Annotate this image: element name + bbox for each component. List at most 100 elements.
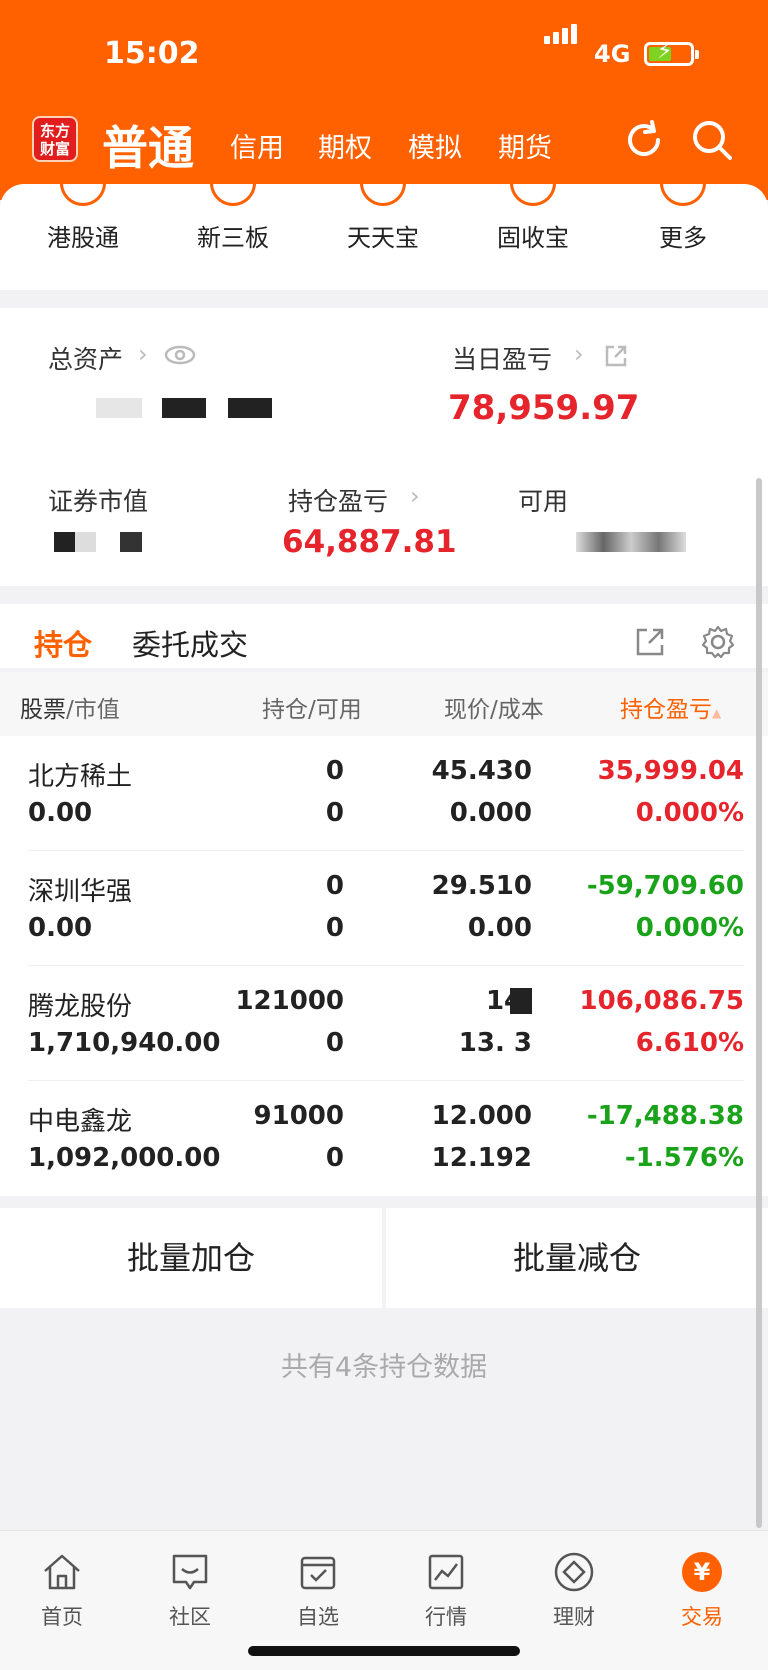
shortcut-neeq[interactable]: 新三板 xyxy=(183,218,283,253)
position-pnl: 35,999.04 xyxy=(597,756,744,786)
hold-qty: 0 xyxy=(325,756,344,786)
stock-name: 中电鑫龙 xyxy=(28,1107,133,1137)
available-label: 可用 xyxy=(518,487,569,516)
usable-qty: 0 xyxy=(325,913,344,943)
hold-qty: 121000 xyxy=(235,986,344,1016)
market-value: 1,710,940.00 xyxy=(28,1028,221,1058)
hold-qty: 0 xyxy=(325,871,344,901)
eye-icon[interactable] xyxy=(164,344,196,366)
shortcut-gushoubao[interactable]: 固收宝 xyxy=(483,218,583,253)
position-pnl-label[interactable]: 持仓盈亏 xyxy=(288,482,388,518)
col-pnl[interactable]: 持仓盈亏▲ xyxy=(620,690,721,724)
stock-name: 腾龙股份 xyxy=(28,992,133,1022)
chevron-right-icon: › xyxy=(138,340,148,368)
current-price: 12.000 xyxy=(431,1101,532,1131)
scrollbar[interactable] xyxy=(756,478,762,1528)
app-header: 15:02 4G ⚡ 东方 财富 普通 信用 期权 模拟 期货 xyxy=(0,0,768,200)
position-pnl: 106,086.75 xyxy=(579,986,744,1016)
usable-qty: 0 xyxy=(325,1028,344,1058)
home-indicator xyxy=(248,1646,520,1656)
shortcut-more[interactable]: 更多 xyxy=(633,218,733,253)
total-assets-label[interactable]: 总资产 xyxy=(48,340,123,376)
tab-simulation[interactable]: 模拟 xyxy=(408,126,462,165)
cost-price: 0.00 xyxy=(467,913,532,943)
masked-value xyxy=(162,398,206,418)
nav-trade[interactable]: ¥ 交易 xyxy=(652,1549,752,1631)
masked-value xyxy=(96,398,142,418)
tab-credit[interactable]: 信用 xyxy=(230,126,284,165)
chevron-right-icon: › xyxy=(410,482,420,510)
cost-price: 13. 3 xyxy=(458,1028,532,1058)
nav-label: 社区 xyxy=(169,1605,211,1629)
nav-community[interactable]: 社区 xyxy=(140,1549,240,1631)
hold-qty: 91000 xyxy=(253,1101,344,1131)
masked-value xyxy=(576,532,686,552)
table-row[interactable]: 深圳华强 0.00 0 0 29.510 0.00 -59,709.60 0.0… xyxy=(0,851,768,966)
market-value: 0.00 xyxy=(28,913,93,943)
masked-value xyxy=(120,532,142,552)
settings-icon[interactable] xyxy=(700,624,736,660)
wealth-icon xyxy=(554,1552,594,1592)
masked-value xyxy=(54,532,96,552)
batch-add-button[interactable]: 批量加仓 xyxy=(0,1208,382,1308)
status-time: 15:02 xyxy=(104,36,200,71)
nav-wealth[interactable]: 理财 xyxy=(524,1549,624,1631)
tab-options[interactable]: 期权 xyxy=(318,126,372,165)
position-pnl-pct: 6.610% xyxy=(635,1028,744,1058)
current-price: 45.430 xyxy=(431,756,532,786)
app-logo: 东方 财富 xyxy=(32,116,78,162)
battery-icon: ⚡ xyxy=(644,39,699,66)
daily-pnl-label[interactable]: 当日盈亏 xyxy=(452,340,552,376)
position-pnl-pct: 0.000% xyxy=(635,798,744,828)
usable-qty: 0 xyxy=(325,1143,344,1173)
svg-text:¥: ¥ xyxy=(694,1558,711,1586)
market-chart-icon xyxy=(428,1554,464,1590)
masked-value xyxy=(510,988,532,1014)
cost-price: 0.000 xyxy=(449,798,532,828)
position-pnl: -17,488.38 xyxy=(586,1101,744,1131)
search-icon[interactable] xyxy=(690,118,734,162)
market-value: 0.00 xyxy=(28,798,93,828)
table-row[interactable]: 腾龙股份 1,710,940.00 121000 0 14. 13. 3 106… xyxy=(0,966,768,1081)
position-pnl-pct: 0.000% xyxy=(635,913,744,943)
share-icon[interactable] xyxy=(604,344,628,368)
nav-label: 交易 xyxy=(681,1605,723,1629)
watchlist-icon xyxy=(300,1556,336,1590)
shortcut-tiantianbao[interactable]: 天天宝 xyxy=(333,218,433,253)
tab-holdings[interactable]: 持仓 xyxy=(34,622,92,664)
market-value-label: 证券市值 xyxy=(48,487,149,516)
position-pnl-value: 64,887.81 xyxy=(282,524,457,560)
tab-normal[interactable]: 普通 xyxy=(102,112,194,178)
refresh-icon[interactable] xyxy=(622,118,666,162)
chevron-right-icon: › xyxy=(574,340,584,368)
col-stock[interactable]: 股票/市值 xyxy=(20,690,120,724)
cost-price: 12.192 xyxy=(431,1143,532,1173)
tab-futures[interactable]: 期货 xyxy=(498,126,552,165)
nav-home[interactable]: 首页 xyxy=(12,1549,112,1631)
export-icon[interactable] xyxy=(634,626,666,658)
nav-label: 理财 xyxy=(553,1605,595,1629)
position-pnl: -59,709.60 xyxy=(586,871,744,901)
tab-orders[interactable]: 委托成交 xyxy=(132,622,248,664)
stock-name: 北方稀土 xyxy=(28,762,133,792)
nav-label: 首页 xyxy=(41,1605,83,1629)
holdings-count: 共有4条持仓数据 xyxy=(280,1352,488,1383)
table-row[interactable]: 北方稀土 0.00 0 0 45.430 0.000 35,999.04 0.0… xyxy=(0,736,768,851)
usable-qty: 0 xyxy=(325,798,344,828)
logo-text: 东方 财富 xyxy=(39,122,70,158)
home-icon xyxy=(44,1554,80,1590)
current-price: 29.510 xyxy=(431,871,532,901)
batch-reduce-button[interactable]: 批量减仓 xyxy=(386,1208,768,1308)
batch-actions: 批量加仓 批量减仓 xyxy=(0,1208,768,1308)
nav-watchlist[interactable]: 自选 xyxy=(268,1549,368,1631)
nav-label: 行情 xyxy=(425,1605,467,1629)
community-icon xyxy=(172,1554,208,1590)
col-hold[interactable]: 持仓/可用 xyxy=(262,690,362,724)
stock-name: 深圳华强 xyxy=(28,877,133,907)
col-price[interactable]: 现价/成本 xyxy=(444,690,544,724)
table-row[interactable]: 中电鑫龙 1,092,000.00 91000 0 12.000 12.192 … xyxy=(0,1081,768,1196)
nav-market[interactable]: 行情 xyxy=(396,1549,496,1631)
trade-icon: ¥ xyxy=(682,1552,722,1592)
sort-icon: ▲ xyxy=(712,706,722,720)
shortcut-hk[interactable]: 港股通 xyxy=(33,218,133,253)
